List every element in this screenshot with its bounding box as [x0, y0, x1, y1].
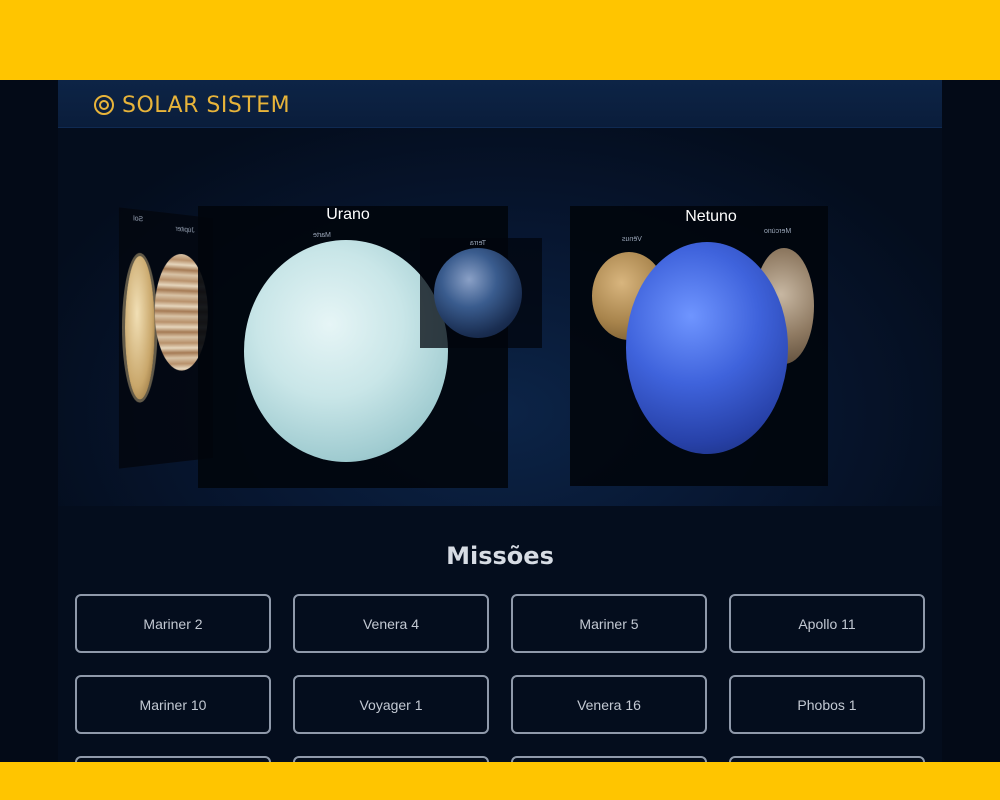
card-title-urano: Urano	[326, 206, 370, 223]
mission-button-venera-4[interactable]: Venera 4	[293, 594, 489, 653]
mission-button-apollo-11[interactable]: Apollo 11	[729, 594, 925, 653]
card-title-netuno: Netuno	[685, 208, 737, 225]
logo-text: SOLAR SISTEM	[122, 92, 291, 118]
saturn-planet[interactable]	[125, 254, 155, 401]
orbit-icon	[94, 95, 114, 115]
bottom-border	[0, 762, 1000, 800]
card-label-sol: Sol	[133, 215, 144, 224]
carousel-card-netuno[interactable]: Netuno Vênus Mercúrio	[570, 206, 828, 486]
planet-carousel[interactable]: Sol Júpiter Urano Marte Terra Netuno Vên…	[58, 128, 942, 506]
logo[interactable]: SOLAR SISTEM	[94, 92, 290, 118]
main-container: SOLAR SISTEM Sol Júpiter Urano Marte Ter…	[58, 80, 942, 762]
earth-planet[interactable]	[434, 248, 522, 338]
card-label-mercurio: Mercúrio	[764, 228, 792, 235]
mission-button-venera-16[interactable]: Venera 16	[511, 675, 707, 734]
mission-button-phobos-1[interactable]: Phobos 1	[729, 675, 925, 734]
carousel-card-terra[interactable]: Terra	[420, 238, 542, 348]
card-label-jupiter: Júpiter	[175, 225, 195, 235]
mission-button-voyager-1[interactable]: Voyager 1	[293, 675, 489, 734]
missions-title: Missões	[446, 542, 554, 570]
card-label-terra: Terra	[470, 240, 486, 247]
uranus-planet[interactable]	[244, 240, 448, 462]
neptune-planet[interactable]	[626, 242, 788, 454]
site-header: SOLAR SISTEM	[58, 80, 942, 128]
mission-button-mariner-2[interactable]: Mariner 2	[75, 594, 271, 653]
mission-button-mariner-10[interactable]: Mariner 10	[75, 675, 271, 734]
card-label-marte: Marte	[313, 232, 331, 239]
mission-button-mariner-5[interactable]: Mariner 5	[511, 594, 707, 653]
app-page: SOLAR SISTEM Sol Júpiter Urano Marte Ter…	[0, 80, 1000, 762]
top-border	[0, 0, 1000, 80]
card-label-venus: Vênus	[622, 236, 642, 243]
